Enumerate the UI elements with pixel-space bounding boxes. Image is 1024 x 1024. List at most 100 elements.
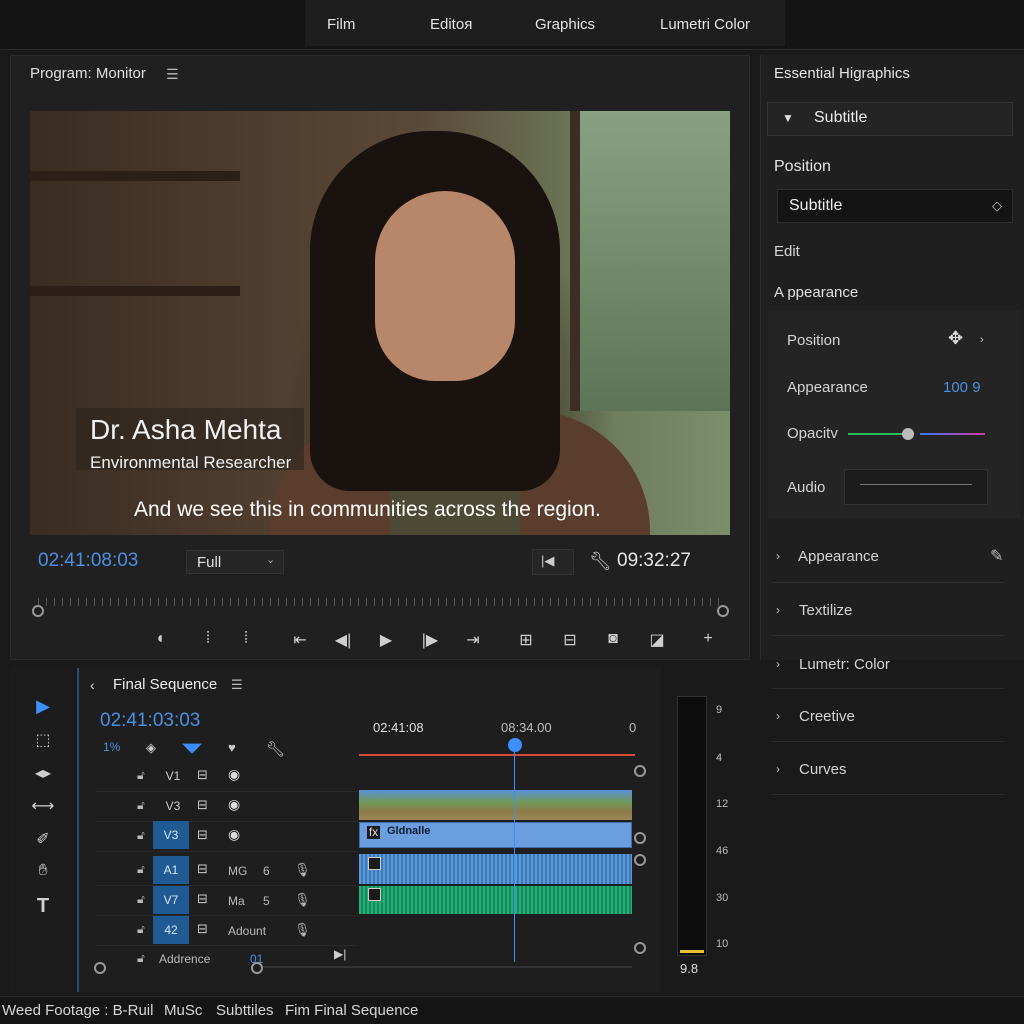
out-point-handle[interactable] xyxy=(717,605,729,617)
section-lumetri-color[interactable]: Lumetr: Color xyxy=(799,656,890,673)
add-button-icon[interactable]: + xyxy=(696,630,720,648)
transform-icon[interactable]: ✥ xyxy=(948,328,963,349)
tab-editor[interactable]: Editoя xyxy=(430,16,472,33)
audio-clip-a1[interactable] xyxy=(359,854,632,884)
wrench-icon[interactable]: 🔧︎ xyxy=(589,551,612,572)
microphone-icon[interactable]: 🎙︎ xyxy=(294,892,311,908)
section-creative[interactable]: Creetive xyxy=(799,708,855,725)
microphone-icon[interactable]: 🎙︎ xyxy=(294,862,311,878)
play-icon[interactable]: ▶ xyxy=(374,630,398,650)
eye-icon[interactable]: ◉ xyxy=(228,766,240,783)
playhead-timecode[interactable]: 02:41:08:03 xyxy=(38,550,138,572)
mark-in-icon[interactable]: ⦙ xyxy=(196,630,220,648)
lock-icon[interactable]: 🔓︎ xyxy=(137,798,145,813)
tab-film[interactable]: Film xyxy=(327,16,355,33)
comparison-view-icon[interactable]: ◪ xyxy=(645,630,669,650)
sync-icon[interactable]: ⊟ xyxy=(197,891,208,907)
sequence-timecode[interactable]: 02:41:03:03 xyxy=(100,710,200,732)
track-select-tool-icon[interactable]: ⬚ xyxy=(30,730,56,750)
layer-row[interactable] xyxy=(767,102,1013,136)
track-scroll-knob[interactable] xyxy=(634,942,646,954)
pen-tool-icon[interactable]: ✐ xyxy=(30,829,56,849)
video-clip-broll[interactable] xyxy=(359,790,632,820)
chevron-right-icon[interactable]: › xyxy=(776,603,780,617)
audio-clip-a2[interactable] xyxy=(359,886,632,914)
opacity-slider-track[interactable] xyxy=(920,433,985,435)
chevron-right-icon[interactable]: › xyxy=(776,549,780,563)
snap-icon[interactable]: ◈ xyxy=(146,740,156,756)
chevron-right-icon[interactable]: › xyxy=(776,762,780,776)
linked-selection-icon[interactable]: ◥◤ xyxy=(182,740,202,756)
track-label[interactable]: A1 xyxy=(153,856,189,884)
edit-label[interactable]: Edit xyxy=(774,243,800,260)
eyedropper-icon[interactable]: ✎ xyxy=(990,546,1003,566)
hand-tool-icon[interactable]: ✋︎ xyxy=(30,862,56,880)
wrench-icon[interactable]: 🔧︎ xyxy=(266,740,285,758)
overwrite-icon[interactable]: ⊟ xyxy=(558,630,582,650)
status-sequence[interactable]: Fim Final Sequence xyxy=(285,1002,418,1019)
section-curves[interactable]: Curves xyxy=(799,761,847,778)
slip-tool-icon[interactable]: ⟷ xyxy=(30,796,56,816)
track-label[interactable]: V3 xyxy=(155,792,191,820)
lock-icon[interactable]: 🔓︎ xyxy=(137,922,145,937)
track-scroll-knob[interactable] xyxy=(634,765,646,777)
lock-icon[interactable]: 🔓︎ xyxy=(137,862,145,877)
scroll-handle-right[interactable] xyxy=(251,962,263,974)
lock-icon[interactable]: 🔓︎ xyxy=(137,828,145,843)
go-to-end-icon[interactable]: ▶| xyxy=(334,947,346,961)
marker-icon[interactable]: ◖ xyxy=(148,630,172,648)
sequence-title[interactable]: Final Sequence xyxy=(113,676,217,693)
insert-icon[interactable]: ⊞ xyxy=(514,630,538,650)
keyframe-diamond-icon[interactable]: ◇ xyxy=(992,198,1002,214)
hamburger-icon[interactable]: ☰ xyxy=(231,677,243,693)
work-area-bar[interactable] xyxy=(359,754,635,756)
status-music[interactable]: MuSc xyxy=(164,1002,202,1019)
section-textilize[interactable]: Textilize xyxy=(799,602,852,619)
tab-graphics[interactable]: Graphics xyxy=(535,16,595,33)
mark-out-icon[interactable]: ⦙ xyxy=(234,630,258,648)
track-label[interactable]: V1 xyxy=(155,762,191,790)
chevron-left-icon[interactable]: ‹ xyxy=(90,677,95,693)
section-appearance[interactable]: Appearance xyxy=(798,548,879,565)
go-to-in-icon[interactable]: ⇤ xyxy=(288,630,312,650)
appearance-value[interactable]: 100 9 xyxy=(943,379,981,396)
sync-icon[interactable]: ⊟ xyxy=(197,921,208,937)
triangle-down-icon[interactable]: ▼ xyxy=(782,111,794,125)
hamburger-icon[interactable]: ☰ xyxy=(166,66,179,83)
lock-icon[interactable]: 🔓︎ xyxy=(137,951,145,966)
sync-icon[interactable]: ⊟ xyxy=(197,861,208,877)
lock-icon[interactable]: 🔓︎ xyxy=(137,892,145,907)
opacity-slider-handle[interactable] xyxy=(902,428,914,440)
go-to-out-icon[interactable]: ⇥ xyxy=(461,630,485,650)
zoom-level[interactable]: 1% xyxy=(103,740,120,754)
step-forward-frame-icon[interactable]: |▶ xyxy=(418,630,442,650)
export-frame-icon[interactable]: ◙ xyxy=(601,630,625,648)
chevron-right-icon[interactable]: › xyxy=(776,657,780,671)
track-label[interactable]: V3 xyxy=(153,821,189,849)
ripple-edit-tool-icon[interactable]: ◂▸ xyxy=(30,763,56,783)
step-back-icon[interactable]: |◀ xyxy=(541,553,554,569)
track-label[interactable]: V7 xyxy=(153,886,189,914)
status-subtitles[interactable]: Subttiles xyxy=(216,1002,274,1019)
step-back-frame-icon[interactable]: ◀| xyxy=(331,630,355,650)
tab-lumetri-color[interactable]: Lumetri Color xyxy=(660,16,750,33)
eye-icon[interactable]: ◉ xyxy=(228,796,240,813)
sync-icon[interactable]: ⊟ xyxy=(197,827,208,843)
scroll-handle-left[interactable] xyxy=(94,962,106,974)
track-scroll-knob[interactable] xyxy=(634,832,646,844)
in-point-handle[interactable] xyxy=(32,605,44,617)
sync-icon[interactable]: ⊟ xyxy=(197,767,208,783)
audio-field[interactable] xyxy=(844,469,988,505)
status-footage[interactable]: Weed Footage : B-Ruil xyxy=(2,1002,153,1019)
lock-icon[interactable]: 🔓︎ xyxy=(137,768,145,783)
selection-tool-icon[interactable]: ▶ xyxy=(30,696,56,717)
scrub-bar[interactable] xyxy=(38,598,724,606)
track-label[interactable]: 42 xyxy=(153,916,189,944)
add-marker-icon[interactable]: ♥ xyxy=(228,740,236,755)
opacity-slider-track[interactable] xyxy=(848,433,903,435)
sync-icon[interactable]: ⊟ xyxy=(197,797,208,813)
chevron-right-icon[interactable]: › xyxy=(776,709,780,723)
type-tool-icon[interactable]: T xyxy=(30,895,56,918)
timeline-scrollbar[interactable] xyxy=(262,966,632,968)
playhead-handle[interactable] xyxy=(508,738,522,752)
